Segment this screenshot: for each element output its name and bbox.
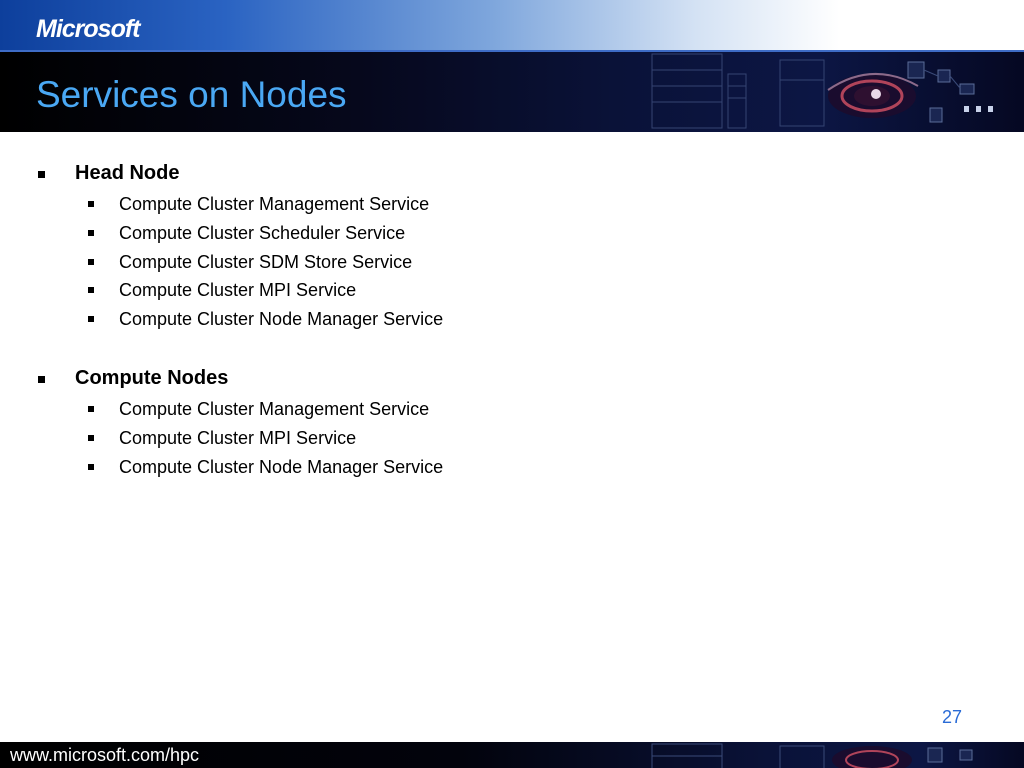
square-bullet-icon (88, 316, 94, 322)
list-item: Compute Cluster Scheduler Service (0, 221, 1024, 250)
list-item: Compute Cluster Node Manager Service (0, 307, 1024, 336)
footer-url: www.microsoft.com/hpc (10, 745, 200, 765)
list-item-text: Compute Cluster Management Service (119, 399, 430, 419)
section-heading: Compute Nodes (75, 367, 229, 389)
square-bullet-icon (88, 463, 94, 470)
list-item: Compute Cluster MPI Service (0, 426, 1024, 455)
square-bullet-icon (88, 229, 94, 236)
footer-bar: www.microsoft.com/hpc (0, 742, 1024, 768)
square-bullet-icon (88, 287, 94, 294)
list-item: Compute Cluster Management Service (0, 192, 1024, 221)
page-number: 27 (941, 707, 962, 727)
list-item: Compute Cluster MPI Service (0, 278, 1024, 307)
list-item: Compute Cluster SDM Store Service (0, 250, 1024, 279)
logo-bar: Microsoft (0, 0, 1024, 50)
square-bullet-icon (38, 376, 45, 383)
eye-icon (827, 72, 919, 118)
list-item-text: Compute Cluster SDM Store Service (119, 251, 413, 272)
square-bullet-icon (88, 201, 94, 207)
list-heading-item: Head Node (0, 160, 1024, 192)
list-item-text: Compute Cluster MPI Service (119, 280, 357, 301)
section-compute-nodes: Compute Nodes Compute Cluster Management… (0, 365, 1024, 483)
list-item-text: Compute Cluster Node Manager Service (119, 456, 444, 477)
list-item: Compute Cluster Node Manager Service (0, 455, 1024, 484)
square-bullet-icon (88, 406, 94, 412)
section-head-node: Head Node Compute Cluster Management Ser… (0, 160, 1024, 336)
decorative-hardware-art (651, 743, 973, 768)
list-item: Compute Cluster Management Service (0, 397, 1024, 426)
square-bullet-icon (88, 258, 94, 265)
list-item-text: Compute Cluster Node Manager Service (119, 309, 444, 329)
list-item-text: Compute Cluster Management Service (119, 194, 430, 214)
decorative-hardware-art (651, 53, 993, 129)
list-item-text: Compute Cluster MPI Service (119, 427, 357, 448)
square-bullet-icon (38, 171, 45, 178)
section-heading: Head Node (75, 162, 180, 184)
slide-title: Services on Nodes (36, 74, 347, 115)
square-bullet-icon (88, 434, 94, 441)
microsoft-logo: Microsoft (36, 15, 140, 43)
list-heading-item: Compute Nodes (0, 365, 1024, 397)
slide: Microsoft Services on Nodes Head Node Co… (0, 0, 1024, 768)
list-item-text: Compute Cluster Scheduler Service (119, 222, 406, 243)
